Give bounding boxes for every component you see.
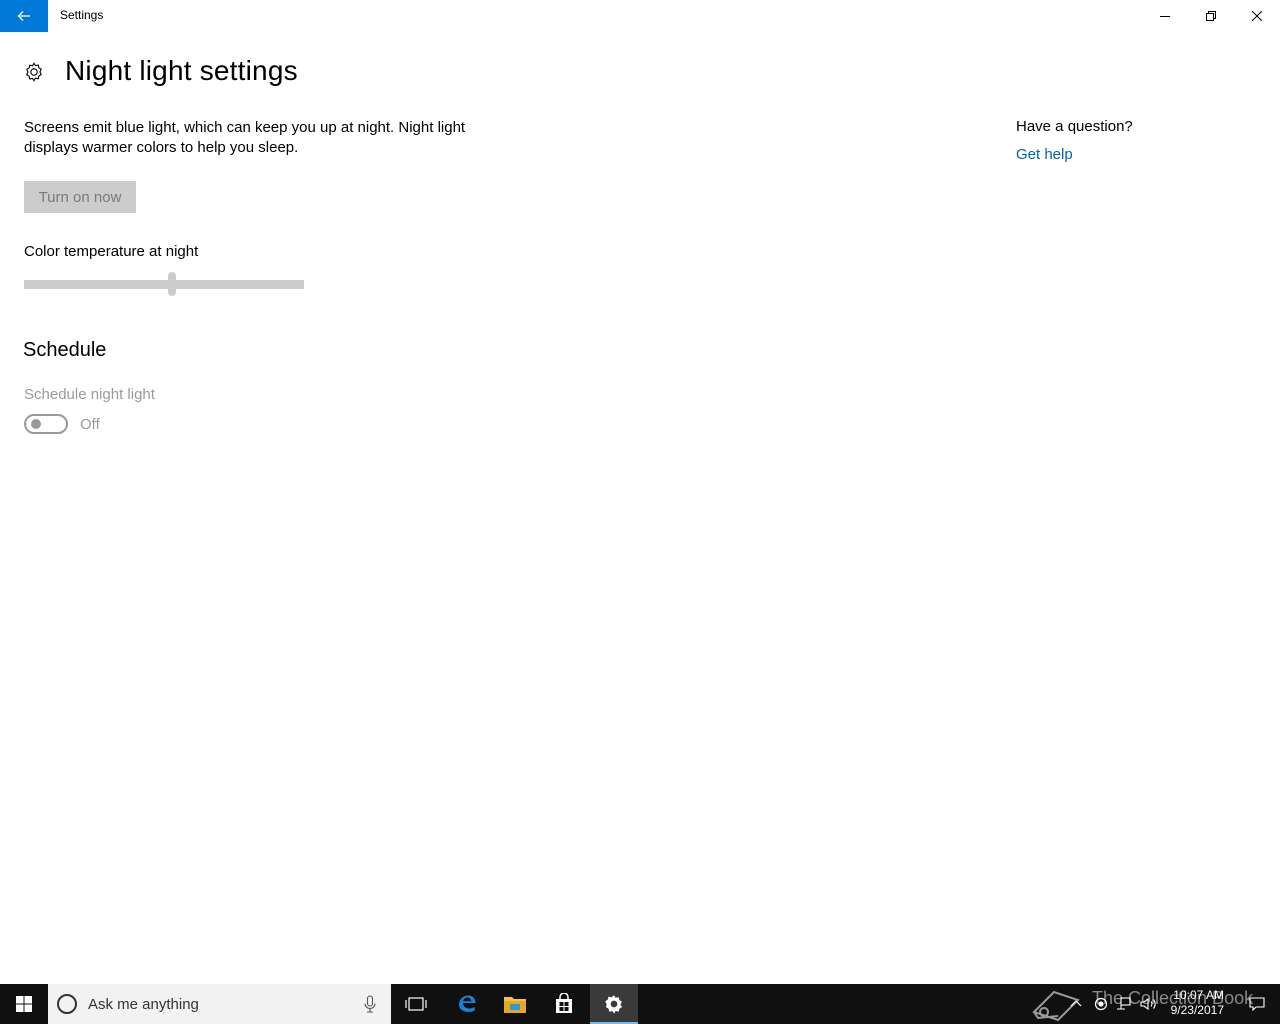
taskbar-clock[interactable]: 10:07 AM 9/23/2017 bbox=[1166, 988, 1224, 1018]
chevron-up-icon[interactable] bbox=[1070, 998, 1082, 1010]
search-box[interactable]: Ask me anything bbox=[48, 984, 391, 1024]
windows-start-icon bbox=[16, 996, 32, 1012]
night-light-description: Screens emit blue light, which can keep … bbox=[24, 119, 466, 156]
file-explorer-icon bbox=[504, 997, 526, 1013]
turn-on-now-button[interactable]: Turn on now bbox=[24, 181, 136, 213]
schedule-night-light-toggle[interactable] bbox=[24, 414, 68, 434]
page-title: Night light settings bbox=[65, 55, 298, 86]
get-help-link[interactable]: Get help bbox=[1016, 146, 1073, 163]
gear-icon bbox=[26, 62, 42, 82]
volume-icon[interactable] bbox=[1140, 997, 1158, 1011]
color-temperature-slider[interactable] bbox=[24, 272, 304, 296]
cortana-icon bbox=[57, 994, 77, 1014]
schedule-heading: Schedule bbox=[23, 339, 107, 361]
back-button[interactable] bbox=[0, 0, 48, 32]
title-bar: Settings bbox=[0, 0, 1280, 32]
network-icon[interactable] bbox=[1116, 997, 1132, 1011]
task-view-button[interactable] bbox=[392, 984, 440, 1024]
clock-time: 10:07 AM bbox=[1173, 988, 1224, 1002]
system-tray bbox=[1070, 984, 1158, 1024]
slider-fill bbox=[24, 280, 173, 289]
edge-button[interactable] bbox=[443, 984, 491, 1024]
action-center-button[interactable] bbox=[1234, 984, 1280, 1024]
start-button[interactable] bbox=[0, 984, 48, 1024]
app-title: Settings bbox=[60, 8, 104, 22]
restore-icon bbox=[1206, 11, 1216, 21]
task-view-icon bbox=[405, 997, 427, 1011]
store-icon bbox=[556, 993, 572, 1013]
close-button[interactable] bbox=[1234, 0, 1280, 32]
store-button[interactable] bbox=[540, 984, 588, 1024]
minimize-icon bbox=[1160, 16, 1170, 17]
help-question: Have a question? bbox=[1016, 118, 1133, 135]
toggle-state-text: Off bbox=[80, 416, 100, 433]
toggle-knob bbox=[31, 419, 41, 429]
color-temperature-label: Color temperature at night bbox=[24, 243, 199, 260]
taskbar: Ask me anything The Collection Book 10:0… bbox=[0, 984, 1280, 1024]
slider-thumb[interactable] bbox=[168, 272, 177, 296]
edge-icon bbox=[459, 995, 476, 1012]
close-icon bbox=[1252, 11, 1262, 21]
restore-button[interactable] bbox=[1188, 0, 1234, 32]
search-placeholder: Ask me anything bbox=[88, 996, 199, 1013]
settings-taskbar-button[interactable] bbox=[590, 984, 638, 1024]
minimize-button[interactable] bbox=[1142, 0, 1188, 32]
back-arrow-icon bbox=[17, 11, 30, 21]
location-icon[interactable] bbox=[1094, 997, 1108, 1011]
microphone-icon[interactable] bbox=[364, 995, 376, 1013]
notification-icon bbox=[1249, 997, 1265, 1011]
clock-date: 9/23/2017 bbox=[1170, 1003, 1224, 1017]
settings-gear-icon bbox=[605, 995, 622, 1014]
file-explorer-button[interactable] bbox=[491, 984, 539, 1024]
schedule-night-light-label: Schedule night light bbox=[24, 386, 155, 403]
